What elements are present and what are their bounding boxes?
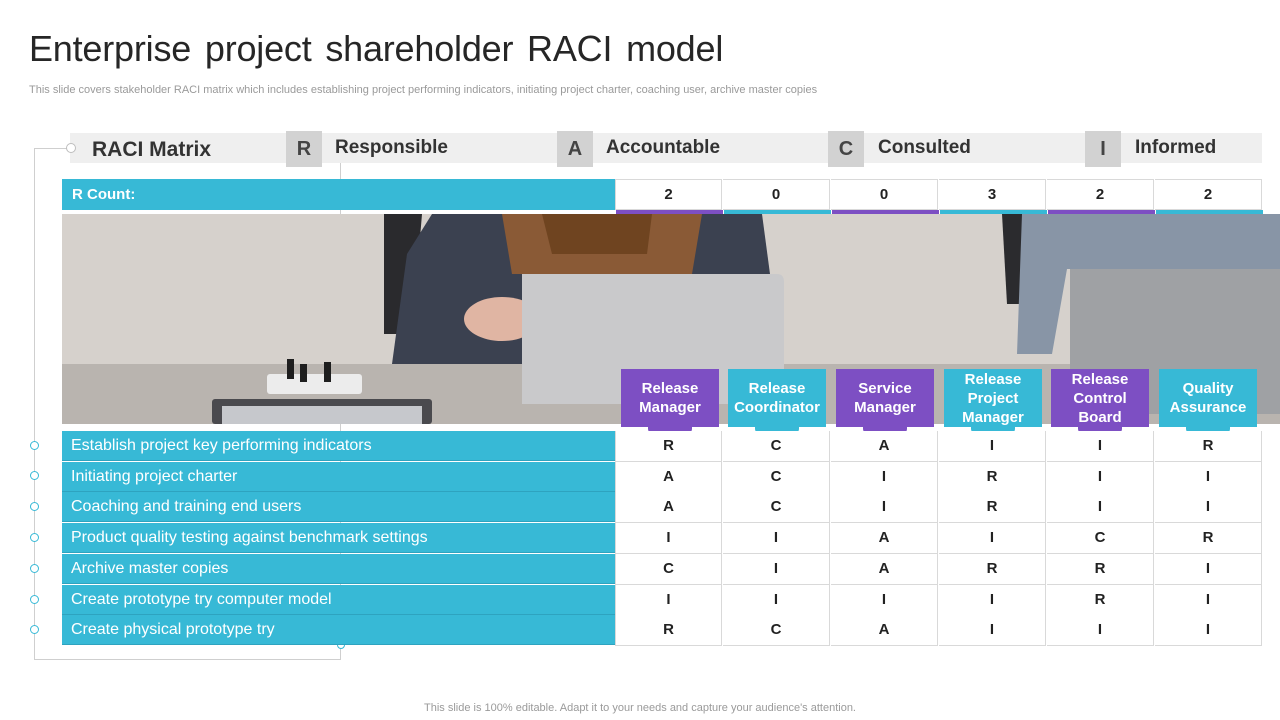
raci-cell: A bbox=[615, 462, 722, 493]
raci-cell: I bbox=[723, 554, 830, 585]
raci-cell: C bbox=[723, 492, 830, 523]
raci-cell: I bbox=[723, 585, 830, 616]
connector-dot bbox=[30, 502, 39, 511]
legend-letter-c: C bbox=[828, 131, 864, 167]
role-header-service-manager: Service Manager bbox=[836, 369, 934, 427]
legend-label-consulted: Consulted bbox=[878, 137, 971, 158]
activity-label: Initiating project charter bbox=[62, 462, 615, 492]
connector-dot bbox=[30, 533, 39, 542]
raci-cell: R bbox=[939, 554, 1046, 585]
legend-letter-a: A bbox=[557, 131, 593, 167]
role-header-release-project-manager: Release Project Manager bbox=[944, 369, 1042, 427]
raci-cell: A bbox=[615, 492, 722, 523]
legend-label-accountable: Accountable bbox=[606, 137, 721, 158]
page-title: Enterprise project shareholder RACI mode… bbox=[29, 28, 724, 69]
raci-cell: I bbox=[1155, 462, 1262, 493]
raci-cell: C bbox=[723, 431, 830, 462]
legend-label-responsible: Responsible bbox=[335, 137, 448, 158]
footer-note: This slide is 100% editable. Adapt it to… bbox=[424, 702, 856, 714]
raci-cell: R bbox=[1155, 523, 1262, 554]
raci-cell: R bbox=[939, 462, 1046, 493]
r-count-label: R Count: bbox=[62, 179, 615, 210]
legend-label-informed: Informed bbox=[1135, 137, 1217, 158]
raci-cell: R bbox=[939, 492, 1046, 523]
connector-dot bbox=[30, 595, 39, 604]
raci-cell: I bbox=[939, 615, 1046, 646]
raci-cell: I bbox=[939, 523, 1046, 554]
raci-cell: I bbox=[831, 462, 938, 493]
raci-cell: I bbox=[1155, 585, 1262, 616]
raci-cell: R bbox=[1155, 431, 1262, 462]
raci-cell: R bbox=[615, 615, 722, 646]
raci-cell: A bbox=[831, 554, 938, 585]
activity-label: Create physical prototype try bbox=[62, 615, 615, 645]
raci-cell: A bbox=[831, 431, 938, 462]
raci-cell: A bbox=[831, 615, 938, 646]
r-count-cell: 2 bbox=[1155, 179, 1262, 210]
raci-cell: I bbox=[831, 492, 938, 523]
raci-cell: I bbox=[1047, 462, 1154, 493]
raci-cell: I bbox=[615, 523, 722, 554]
page-subtitle: This slide covers stakeholder RACI matri… bbox=[29, 84, 818, 96]
role-header-quality-assurance: Quality Assurance bbox=[1159, 369, 1257, 427]
legend-matrix-label: RACI Matrix bbox=[92, 138, 212, 161]
activity-label: Establish project key performing indicat… bbox=[62, 431, 615, 461]
activity-label: Coaching and training end users bbox=[62, 492, 615, 522]
r-count-cell: 2 bbox=[615, 179, 722, 210]
raci-cell: A bbox=[831, 523, 938, 554]
legend-dot bbox=[66, 143, 76, 153]
raci-cell: C bbox=[615, 554, 722, 585]
role-header-release-manager: Release Manager bbox=[621, 369, 719, 427]
activity-label: Archive master copies bbox=[62, 554, 615, 584]
activity-label: Create prototype try computer model bbox=[62, 585, 615, 615]
role-header-release-coordinator: Release Coordinator bbox=[728, 369, 826, 427]
legend-letter-i: I bbox=[1085, 131, 1121, 167]
raci-cell: I bbox=[1155, 492, 1262, 523]
connector-dot bbox=[30, 441, 39, 450]
raci-cell: C bbox=[723, 615, 830, 646]
raci-cell: I bbox=[1155, 615, 1262, 646]
raci-cell: R bbox=[615, 431, 722, 462]
connector-dot bbox=[30, 564, 39, 573]
raci-cell: I bbox=[1155, 554, 1262, 585]
connector-dot bbox=[30, 471, 39, 480]
raci-cell: I bbox=[939, 431, 1046, 462]
role-header-release-control-board: Release Control Board bbox=[1051, 369, 1149, 427]
legend-letter-r: R bbox=[286, 131, 322, 167]
raci-cell: I bbox=[939, 585, 1046, 616]
raci-cell: C bbox=[723, 462, 830, 493]
r-count-cell: 2 bbox=[1047, 179, 1154, 210]
raci-cell: I bbox=[831, 585, 938, 616]
r-count-cell: 0 bbox=[831, 179, 938, 210]
raci-cell: I bbox=[1047, 492, 1154, 523]
r-count-cell: 3 bbox=[939, 179, 1046, 210]
connector-dot bbox=[30, 625, 39, 634]
activity-label: Product quality testing against benchmar… bbox=[62, 523, 615, 553]
raci-cell: I bbox=[615, 585, 722, 616]
raci-cell: C bbox=[1047, 523, 1154, 554]
raci-cell: I bbox=[723, 523, 830, 554]
raci-cell: I bbox=[1047, 615, 1154, 646]
raci-cell: R bbox=[1047, 554, 1154, 585]
raci-cell: R bbox=[1047, 585, 1154, 616]
r-count-cell: 0 bbox=[723, 179, 830, 210]
raci-cell: I bbox=[1047, 431, 1154, 462]
